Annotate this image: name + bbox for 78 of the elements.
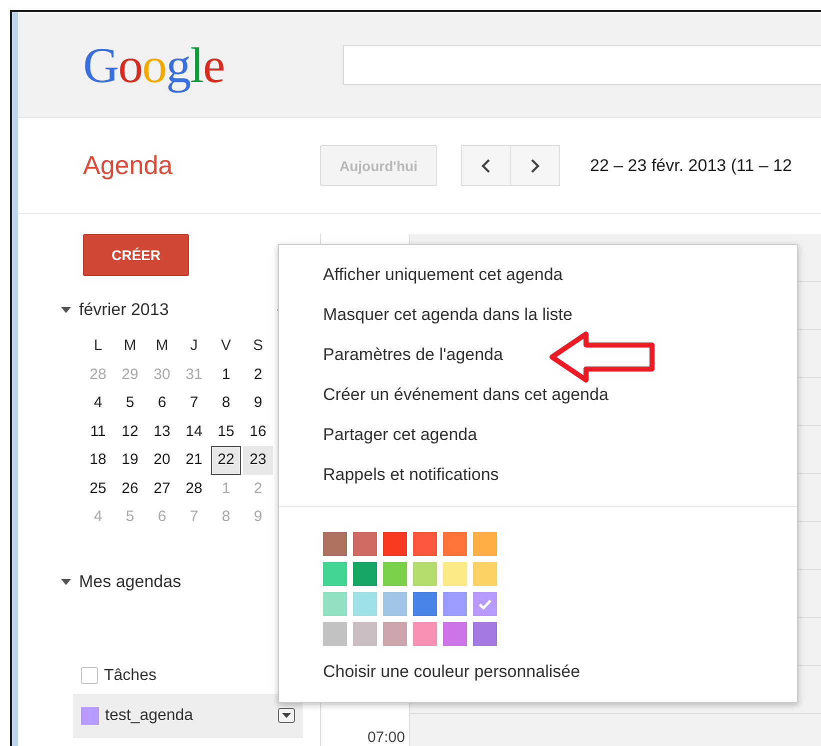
calendar-label: Tâches [104,666,158,684]
calendar-list-item[interactable]: test_agenda [73,694,303,738]
color-swatch[interactable] [353,592,377,616]
color-swatch[interactable] [413,622,437,646]
calendar-day[interactable]: 15 [211,418,241,446]
calendar-day[interactable]: 22 [211,446,241,474]
color-swatch[interactable] [323,532,347,556]
color-swatch[interactable] [413,532,437,556]
menu-item[interactable]: Rappels et notifications [279,463,797,503]
collapse-triangle-icon[interactable] [61,307,71,313]
date-range: 22 – 23 févr. 2013 (11 – 12 [590,156,792,176]
calendar-label: test_agenda [105,706,194,724]
calendar-day[interactable]: 12 [115,418,145,446]
color-swatch[interactable] [443,622,467,646]
calendar-day[interactable]: 21 [179,446,209,474]
calendar-day[interactable]: 26 [115,474,145,503]
calendar-day[interactable]: 4 [83,389,113,418]
color-swatch[interactable] [353,562,377,586]
weekday-label: V [220,336,232,356]
color-swatch[interactable] [473,562,497,586]
create-button[interactable]: CRÉER [83,234,189,276]
color-swatch[interactable] [473,592,497,616]
color-swatch[interactable] [353,532,377,556]
calendar-day[interactable]: 11 [83,418,113,446]
color-swatch[interactable] [413,592,437,616]
weekday-label: M [122,336,138,356]
color-swatch[interactable] [383,532,407,556]
color-swatch[interactable] [323,622,347,646]
calendar-day[interactable]: 1 [211,360,241,389]
calendar-day[interactable]: 7 [179,389,209,418]
calendar-day[interactable]: 9 [243,389,273,418]
calendar-day[interactable]: 28 [179,474,209,503]
menu-item[interactable]: Afficher uniquement cet agenda [279,263,797,303]
menu-item[interactable]: Partager cet agenda [279,423,797,463]
color-swatch[interactable] [473,532,497,556]
calendar-day[interactable]: 14 [179,418,209,446]
weekday-label: S [252,336,264,356]
chevron-right-icon [529,158,541,174]
menu-item[interactable]: Paramètres de l'agenda [279,343,797,383]
checkmark-icon [478,598,492,610]
color-swatch[interactable] [323,562,347,586]
color-swatch[interactable] [413,562,437,586]
weekday-label: L [92,336,104,356]
previous-button[interactable] [461,145,511,186]
month-title: février 2013 [79,300,170,320]
color-swatch[interactable] [443,592,467,616]
checkbox[interactable] [81,667,98,684]
calendar-day[interactable]: 20 [147,446,177,474]
search-field[interactable] [343,44,821,84]
calendar-day[interactable]: 19 [115,446,145,474]
calendar-day[interactable]: 18 [83,446,113,474]
calendar-day[interactable]: 27 [147,474,177,503]
calendar-day[interactable]: 6 [147,389,177,418]
menu-item[interactable]: Masquer cet agenda dans la liste [279,303,797,343]
color-swatch[interactable] [353,622,377,646]
section-title: Mes agendas [79,572,182,592]
calendar-day[interactable]: 5 [115,389,145,418]
app-title: Agenda [83,150,174,181]
calendar-day[interactable]: 13 [147,418,177,446]
collapse-triangle-icon[interactable] [61,578,71,584]
color-swatch[interactable] [383,622,407,646]
weekday-label: M [154,336,170,356]
calendar-day[interactable]: 23 [243,446,273,474]
calendar-day[interactable]: 8 [211,389,241,418]
menu-item[interactable]: Créer un événement dans cet agenda [279,383,797,423]
color-swatch[interactable] [473,622,497,646]
color-swatch[interactable] [383,592,407,616]
calendar-day[interactable]: 16 [243,418,273,446]
color-swatch[interactable] [383,562,407,586]
color-swatch[interactable] [443,562,467,586]
calendar-day[interactable]: 25 [83,474,113,503]
time-label: 07:00 [367,729,405,746]
color-swatch[interactable] [323,592,347,616]
weekday-label: J [189,336,199,356]
calendar-day[interactable]: 2 [243,360,273,389]
color-swatch[interactable] [443,532,467,556]
dropdown-icon[interactable] [278,708,295,723]
next-button[interactable] [510,145,560,186]
